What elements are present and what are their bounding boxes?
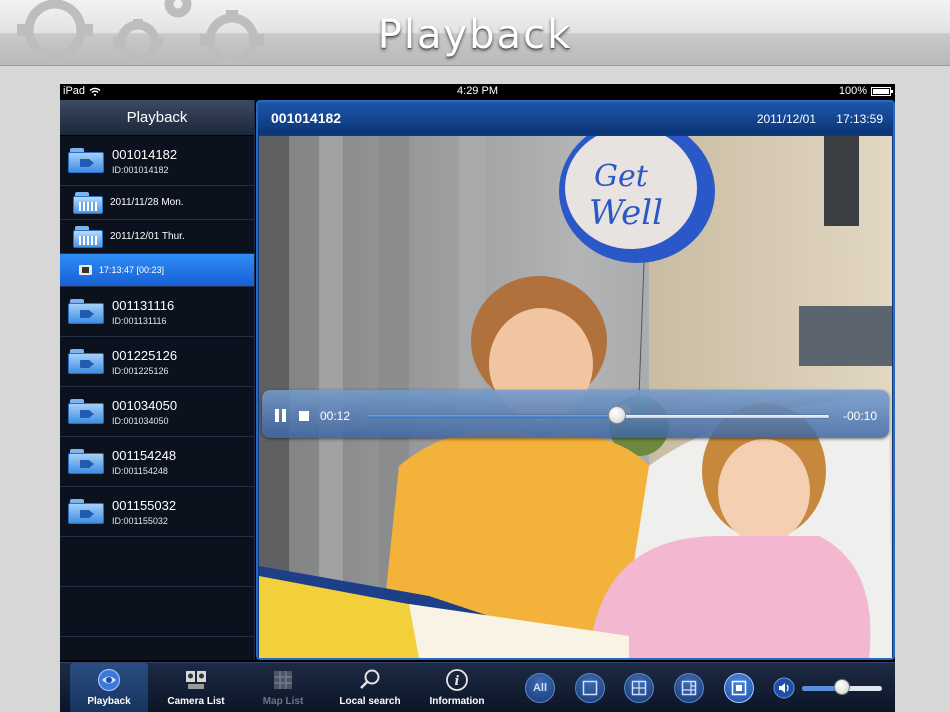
sidebar-item-camera[interactable]: 001225126 ID:001225126 xyxy=(60,337,254,387)
date-label: 2011/12/01 Thur. xyxy=(110,231,185,242)
sidebar-title: Playback xyxy=(60,100,254,136)
sidebar-empty-row xyxy=(60,537,254,587)
elapsed-time: 00:12 xyxy=(320,409,351,423)
camera-folder-icon xyxy=(68,399,104,424)
svg-text:i: i xyxy=(455,674,460,689)
sidebar-item-camera[interactable]: 001034050 ID:001034050 xyxy=(60,387,254,437)
bottom-toolbar: Playback Camera List Map List Local sear… xyxy=(60,662,895,712)
date-label: 2011/11/28 Mon. xyxy=(110,197,184,208)
seek-fill xyxy=(369,415,618,418)
tab-local-search[interactable]: Local search xyxy=(331,663,409,712)
stop-button[interactable] xyxy=(299,411,309,421)
camera-id: ID:001131116 xyxy=(112,315,167,326)
status-bar: iPad 4:29 PM 100% xyxy=(60,84,895,100)
fullscreen-button[interactable] xyxy=(724,673,754,703)
video-date: 2011/12/01 xyxy=(756,112,816,126)
video-clip-icon xyxy=(79,265,92,275)
app-banner: Playback xyxy=(0,0,950,66)
layout-all-button[interactable]: All xyxy=(525,673,555,703)
video-header: 001014182 2011/12/01 17:13:59 xyxy=(258,102,893,134)
video-time: 17:13:59 xyxy=(836,112,883,126)
pause-button[interactable] xyxy=(275,409,287,422)
tab-label: Playback xyxy=(87,696,131,707)
playback-sidebar: Playback 001014182 ID:001014182 2011/11/2… xyxy=(60,100,255,660)
layout-quad-icon xyxy=(631,680,647,696)
map-list-icon xyxy=(274,671,292,689)
camera-name: 001131116 xyxy=(112,297,175,313)
svg-text:Well: Well xyxy=(589,193,663,233)
camera-name: 001014182 xyxy=(112,146,178,162)
info-icon: i xyxy=(446,669,468,691)
tab-label: Information xyxy=(429,696,485,707)
camera-id: ID:001014182 xyxy=(112,164,169,175)
tab-information[interactable]: i Information xyxy=(418,663,496,712)
calendar-folder-icon xyxy=(73,191,103,214)
svg-text:Get: Get xyxy=(594,159,649,194)
camera-name: 001034050 xyxy=(112,397,178,413)
camera-folder-icon xyxy=(68,349,104,374)
tab-map-list[interactable]: Map List xyxy=(244,663,322,712)
clip-label: 17:13:47 [00:23] xyxy=(99,265,165,275)
video-frame[interactable]: Get Well 00:12 -00:10 xyxy=(259,136,892,658)
layout-six-button[interactable] xyxy=(674,673,704,703)
layout-quad-button[interactable] xyxy=(624,673,654,703)
tab-label: Camera List xyxy=(167,696,225,707)
camera-id: ID:001034050 xyxy=(112,415,169,426)
camera-id: ID:001154248 xyxy=(112,465,168,476)
camera-folder-icon xyxy=(68,499,104,524)
seek-bar[interactable] xyxy=(368,414,830,419)
banner-title: Playback xyxy=(377,12,573,58)
camera-id: ID:001155032 xyxy=(112,515,168,526)
status-right: 100% xyxy=(838,85,893,97)
video-camera-name: 001014182 xyxy=(271,110,342,126)
camera-folder-icon xyxy=(68,449,104,474)
tab-playback[interactable]: Playback xyxy=(70,663,148,712)
seek-thumb[interactable] xyxy=(608,406,627,424)
speaker-icon[interactable] xyxy=(773,677,795,699)
camera-folder-icon xyxy=(68,148,104,173)
battery-percent: 100% xyxy=(838,85,867,97)
camera-list-icon xyxy=(186,671,206,689)
tab-label: Local search xyxy=(339,696,401,707)
ipad-screen: iPad 4:29 PM 100% Playback 001014182 ID:0… xyxy=(60,84,895,712)
camera-name: 001225126 xyxy=(112,347,178,363)
sidebar-item-clip-selected[interactable]: 17:13:47 [00:23] xyxy=(60,254,254,287)
battery-icon xyxy=(871,86,893,96)
tab-camera-list[interactable]: Camera List xyxy=(157,663,235,712)
camera-name: 001155032 xyxy=(112,497,177,513)
layout-six-icon xyxy=(681,680,697,696)
sidebar-item-camera[interactable]: 001131116 ID:001131116 xyxy=(60,287,254,337)
sidebar-item-date[interactable]: 2011/11/28 Mon. xyxy=(60,186,254,220)
layout-single-button[interactable] xyxy=(575,673,605,703)
layout-single-icon xyxy=(582,680,598,696)
volume-thumb[interactable] xyxy=(834,679,850,695)
camera-folder-icon xyxy=(68,299,104,324)
tab-label: Map List xyxy=(262,696,304,707)
sidebar-item-camera[interactable]: 001155032 ID:001155032 xyxy=(60,487,254,537)
sidebar-item-camera[interactable]: 001014182 ID:001014182 xyxy=(60,136,254,186)
sidebar-item-date[interactable]: 2011/12/01 Thur. xyxy=(60,220,254,254)
fullscreen-icon xyxy=(731,680,747,696)
search-icon xyxy=(360,669,380,689)
camera-name: 001154248 xyxy=(112,447,177,463)
playback-controls: 00:12 -00:10 xyxy=(262,390,889,438)
sidebar-item-camera[interactable]: 001154248 ID:001154248 xyxy=(60,437,254,487)
playback-icon xyxy=(97,668,121,692)
remaining-time: -00:10 xyxy=(842,409,877,423)
video-panel: 001014182 2011/12/01 17:13:59 Get Well 0… xyxy=(256,100,895,660)
status-time: 4:29 PM xyxy=(457,85,498,97)
camera-id: ID:001225126 xyxy=(112,365,169,376)
calendar-folder-icon xyxy=(73,225,103,248)
sidebar-empty-row xyxy=(60,587,254,637)
